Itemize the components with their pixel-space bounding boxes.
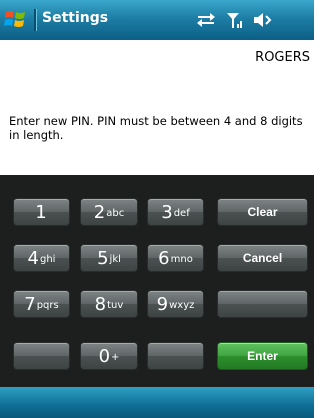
volume-icon[interactable] (252, 11, 272, 29)
key-8[interactable]: 8 tuv (80, 290, 138, 318)
carrier-label: ROGERS (255, 50, 310, 65)
key-digit: 3 (161, 201, 173, 223)
blank-key[interactable] (13, 342, 70, 370)
key-0[interactable]: 0 + (80, 342, 138, 370)
clear-button[interactable]: Clear (217, 198, 308, 226)
key-3[interactable]: 3 def (147, 198, 204, 226)
key-letters: wxyz (169, 299, 195, 311)
app-title: Settings (42, 10, 109, 26)
key-letters: jkl (109, 253, 121, 265)
title-bar: Settings (0, 0, 314, 40)
key-digit: 6 (158, 247, 170, 269)
signal-icon[interactable] (226, 11, 244, 29)
key-letters: abc (106, 207, 125, 219)
key-letters: + (111, 351, 120, 363)
key-2[interactable]: 2 abc (80, 198, 138, 226)
pin-keypad: 1 2 abc 3 def Clear 4 ghi 5 jkl 6 mno Ca… (0, 175, 314, 387)
cancel-label: Cancel (242, 251, 283, 265)
key-letters: mno (170, 253, 193, 265)
blank-key[interactable] (147, 342, 204, 370)
clear-label: Clear (247, 205, 278, 219)
start-logo-icon[interactable] (3, 6, 29, 32)
key-6[interactable]: 6 mno (147, 244, 204, 272)
key-digit: 9 (156, 293, 169, 315)
key-digit: 0 (98, 345, 111, 367)
enter-label: Enter (247, 349, 278, 363)
key-digit: 7 (24, 293, 36, 315)
key-5[interactable]: 5 jkl (80, 244, 138, 272)
cancel-button[interactable]: Cancel (217, 244, 308, 272)
key-7[interactable]: 7 pqrs (13, 290, 70, 318)
key-digit: 8 (94, 293, 107, 315)
key-letters: ghi (39, 253, 56, 265)
key-1[interactable]: 1 (13, 198, 70, 226)
title-separator (34, 9, 37, 31)
enter-button[interactable]: Enter (217, 342, 308, 370)
blank-key[interactable] (217, 290, 308, 318)
key-4[interactable]: 4 ghi (13, 244, 70, 272)
pin-instructions: Enter new PIN. PIN must be between 4 and… (9, 114, 303, 142)
key-letters: pqrs (36, 299, 59, 311)
key-digit: 1 (35, 201, 47, 223)
key-digit: 5 (97, 247, 109, 269)
key-letters: tuv (107, 299, 124, 311)
bottom-menu-bar (0, 387, 314, 418)
key-digit: 2 (93, 201, 106, 223)
key-digit: 4 (27, 247, 39, 269)
key-9[interactable]: 9 wxyz (147, 290, 204, 318)
connectivity-icon[interactable] (196, 11, 216, 27)
key-letters: def (173, 207, 190, 219)
